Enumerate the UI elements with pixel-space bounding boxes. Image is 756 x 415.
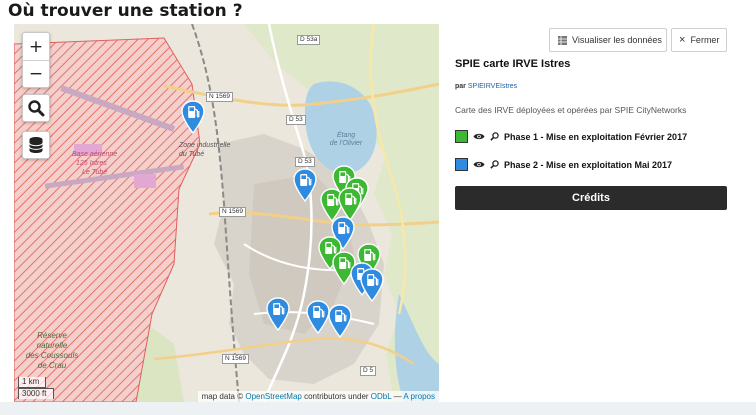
station-marker-phase2[interactable] bbox=[328, 304, 352, 338]
legend-item-phase1: Phase 1 - Mise en exploitation Février 2… bbox=[455, 130, 687, 143]
road-shield: D 53 bbox=[286, 115, 306, 125]
scale-bar: 1 km 3000 ft bbox=[18, 377, 54, 399]
road-shield: N 1569 bbox=[206, 92, 233, 102]
station-marker-phase2[interactable] bbox=[306, 300, 330, 334]
author-link[interactable]: SPIEIRVEIstres bbox=[468, 83, 517, 90]
map-label-zone: Zone industrielle du Tubé bbox=[179, 142, 231, 158]
road-shield: N 1569 bbox=[219, 207, 246, 217]
search-icon bbox=[28, 100, 45, 117]
fuel-station-icon bbox=[360, 268, 384, 302]
map-author: par SPIEIRVEIstres bbox=[455, 83, 517, 90]
station-marker-phase2[interactable] bbox=[360, 268, 384, 302]
layers-icon bbox=[29, 137, 43, 153]
about-link[interactable]: A propos bbox=[403, 392, 435, 401]
station-marker-phase2[interactable] bbox=[266, 297, 290, 331]
fuel-station-icon bbox=[266, 297, 290, 331]
attribution-middle: contributors under bbox=[304, 392, 369, 401]
eye-icon[interactable] bbox=[473, 132, 485, 141]
view-data-label: Visualiser les données bbox=[572, 35, 662, 45]
scale-metric: 1 km bbox=[18, 377, 46, 388]
road-shield: D 53 bbox=[295, 157, 315, 167]
zoom-to-layer-icon[interactable] bbox=[490, 160, 499, 169]
zoom-control: + − bbox=[22, 32, 50, 88]
map-label-lake: Étang de l'Olivier bbox=[329, 132, 363, 147]
station-marker-phase2[interactable] bbox=[293, 168, 317, 202]
credits-button[interactable]: Crédits bbox=[455, 186, 727, 210]
road-shield: D 53a bbox=[297, 35, 321, 45]
map-label-reserve: Réserve naturelle des Coussouls de Crau bbox=[25, 331, 79, 370]
close-button[interactable]: × Fermer bbox=[671, 28, 727, 52]
fuel-station-icon bbox=[306, 300, 330, 334]
search-button[interactable] bbox=[22, 94, 50, 122]
author-prefix: par bbox=[455, 83, 466, 90]
zoom-out-button[interactable]: − bbox=[23, 60, 49, 87]
close-icon: × bbox=[679, 34, 686, 46]
license-link[interactable]: ODbL bbox=[371, 392, 392, 401]
attribution-prefix: map data © bbox=[201, 392, 244, 401]
road-shield: N 1569 bbox=[222, 354, 249, 364]
station-marker-phase2[interactable] bbox=[181, 100, 205, 134]
legend-swatch-phase1 bbox=[455, 130, 468, 143]
table-icon bbox=[558, 35, 567, 45]
road-shield: D 5 bbox=[360, 366, 377, 376]
map[interactable]: Zone industrielle du Tubé Base aérienne … bbox=[14, 24, 439, 402]
map-label-base-line1: Base aérienne bbox=[72, 151, 118, 158]
legend-label-phase1: Phase 1 - Mise en exploitation Février 2… bbox=[504, 131, 688, 142]
page-title: Où trouver une station ? bbox=[8, 1, 243, 21]
zoom-in-button[interactable]: + bbox=[23, 33, 49, 60]
view-data-button[interactable]: Visualiser les données bbox=[549, 28, 667, 52]
map-title: SPIE carte IRVE Istres bbox=[455, 58, 571, 70]
info-panel: Visualiser les données × Fermer SPIE car… bbox=[440, 24, 742, 402]
legend-swatch-phase2 bbox=[455, 158, 468, 171]
osm-link[interactable]: OpenStreetMap bbox=[245, 392, 301, 401]
layers-button[interactable] bbox=[22, 131, 50, 159]
map-attribution: map data © OpenStreetMap contributors un… bbox=[197, 391, 439, 402]
fuel-station-icon bbox=[181, 100, 205, 134]
attribution-separator: — bbox=[393, 392, 402, 401]
page-footer-strip bbox=[0, 402, 756, 415]
close-label: Fermer bbox=[690, 35, 720, 45]
legend-item-phase2: Phase 2 - Mise en exploitation Mai 2017 bbox=[455, 158, 672, 171]
fuel-station-icon bbox=[328, 304, 352, 338]
zoom-to-layer-icon[interactable] bbox=[490, 132, 499, 141]
eye-icon[interactable] bbox=[473, 160, 485, 169]
legend-label-phase2: Phase 2 - Mise en exploitation Mai 2017 bbox=[504, 159, 673, 170]
scale-imperial: 3000 ft bbox=[18, 388, 54, 399]
map-label-base-line3: Le Tubé bbox=[82, 169, 108, 176]
fuel-station-icon bbox=[293, 168, 317, 202]
map-label-base-line2: 125 Istres bbox=[76, 160, 107, 167]
map-description: Carte des IRVE déployées et opérées par … bbox=[455, 105, 687, 115]
